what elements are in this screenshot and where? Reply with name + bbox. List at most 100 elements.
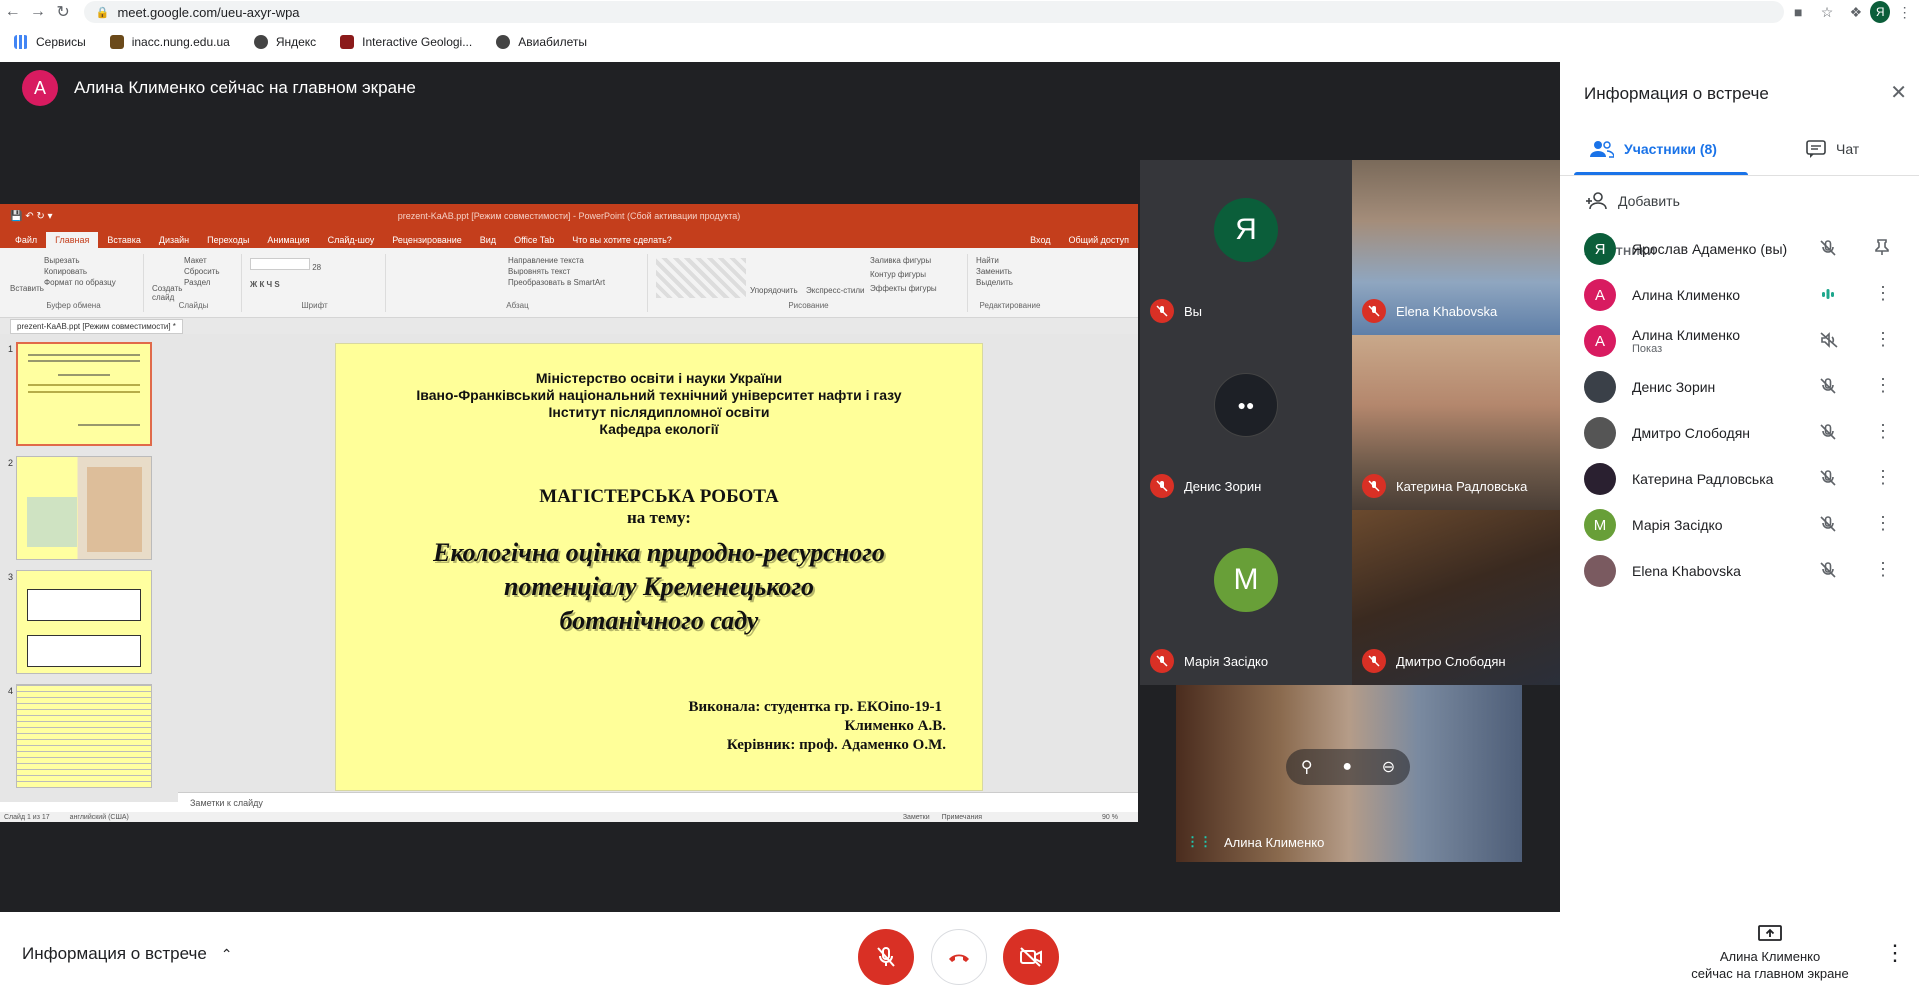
volume-off-icon[interactable] (1819, 331, 1839, 354)
video-tile-mariya[interactable]: M Марія Засідко (1140, 510, 1352, 685)
tab-participants[interactable]: Участники (8) (1590, 140, 1717, 158)
bookmark-yandex[interactable]: Яндекс (253, 35, 316, 49)
more-vert-icon[interactable]: ⋮ (1874, 376, 1892, 394)
align-text-button[interactable]: Выровнять текст (508, 267, 641, 276)
ppt-tab-slideshow[interactable]: Слайд-шоу (319, 232, 384, 248)
video-tile-elena[interactable]: Elena Khabovska (1352, 160, 1564, 335)
format-painter-button[interactable]: Формат по образцу (44, 278, 137, 287)
bookmark-services[interactable]: Сервисы (14, 35, 86, 49)
font-style-buttons[interactable]: Ж К Ч S (250, 280, 379, 289)
participant-row[interactable]: А Алина Клименко Показ ⋮ (1584, 318, 1904, 364)
shared-screen[interactable]: 💾 ↶ ↻ ▾ prezent-KaAB.ppt [Режим совмести… (0, 204, 1138, 822)
current-slide[interactable]: Міністерство освіти і науки України Іван… (335, 343, 983, 791)
pin-icon[interactable]: ⚲ (1301, 757, 1313, 777)
ppt-tab-animation[interactable]: Анимация (258, 232, 318, 248)
pin-icon[interactable] (1874, 238, 1890, 259)
slide-thumbnail-2[interactable] (16, 456, 152, 560)
video-tile-denis[interactable]: ●● Денис Зорин (1140, 335, 1352, 510)
reload-icon[interactable]: ↻ (51, 2, 76, 22)
participant-row[interactable]: Денис Зорин ⋮ (1584, 364, 1904, 410)
shape-effects-button[interactable]: Эффекты фигуры (870, 284, 937, 293)
participant-row[interactable]: А Алина Клименко ⋮ (1584, 272, 1904, 318)
ppt-tab-insert[interactable]: Вставка (98, 232, 149, 248)
quick-styles-button[interactable]: Экспресс-стили (806, 286, 865, 295)
bookmark-avia[interactable]: Авиабилеты (496, 35, 587, 49)
video-tile-alina[interactable]: ⚲ ● ⊖ ⋮⋮ Алина Клименко (1176, 685, 1522, 862)
profile-avatar[interactable]: Я (1870, 1, 1891, 23)
ppt-tab-file[interactable]: Файл (6, 232, 46, 248)
ppt-signin[interactable]: Вход (1021, 232, 1059, 248)
bookmark-geology[interactable]: Interactive Geologi... (340, 35, 472, 49)
shape-outline-button[interactable]: Контур фигуры (870, 270, 926, 279)
ppt-share[interactable]: Общий доступ (1060, 232, 1138, 248)
more-vert-icon[interactable]: ⋮ (1874, 468, 1892, 486)
font-size-box[interactable]: 28 (250, 258, 379, 272)
participant-row[interactable]: Катерина Радловська ⋮ (1584, 456, 1904, 502)
mic-off-icon[interactable] (1819, 515, 1837, 538)
participant-row[interactable]: M Марія Засідко ⋮ (1584, 502, 1904, 548)
slide-thumbnail-1[interactable] (16, 342, 152, 446)
video-tile-dmytro[interactable]: Дмитро Слободян (1352, 510, 1564, 685)
ppt-tab-design[interactable]: Дизайн (150, 232, 198, 248)
back-arrow-icon[interactable]: ← (0, 3, 25, 21)
meeting-info-button[interactable]: Информация о встрече ⌃ (22, 944, 233, 964)
find-button[interactable]: Найти (976, 256, 1044, 265)
replace-button[interactable]: Заменить (976, 267, 1044, 276)
select-button[interactable]: Выделить (976, 278, 1044, 287)
slide-thumbnail-4[interactable] (16, 684, 152, 788)
new-slide-button[interactable]: Создать слайд (152, 284, 186, 302)
address-bar[interactable]: 🔒 meet.google.com/ueu-axyr-wpa (83, 1, 1784, 23)
ppt-tab-transitions[interactable]: Переходы (198, 232, 258, 248)
camera-icon[interactable]: ■ (1784, 4, 1813, 20)
smartart-button[interactable]: Преобразовать в SmartArt (508, 278, 641, 287)
ppt-tell-me[interactable]: Что вы хотите сделать? (563, 232, 681, 248)
participant-row[interactable]: Дмитро Слободян ⋮ (1584, 410, 1904, 456)
tab-chat[interactable]: Чат (1806, 140, 1859, 158)
copy-button[interactable]: Копировать (44, 267, 137, 276)
reset-button[interactable]: Сбросить (184, 267, 235, 276)
extension-icon[interactable]: ❖ (1841, 4, 1870, 21)
more-vert-icon[interactable]: ⋮ (1874, 330, 1892, 348)
leave-call-button[interactable] (931, 929, 987, 985)
slide-notes[interactable]: Заметки к слайду (178, 792, 1138, 812)
slide-thumbnail-3[interactable] (16, 570, 152, 674)
layout-button[interactable]: Макет (184, 256, 235, 265)
section-button[interactable]: Раздел (184, 278, 235, 287)
video-tile-you[interactable]: Я Вы (1140, 160, 1352, 335)
video-tile-kateryna[interactable]: Катерина Радловська (1352, 335, 1564, 510)
star-icon[interactable]: ☆ (1813, 4, 1842, 21)
participant-row[interactable]: Elena Khabovska ⋮ (1584, 548, 1904, 594)
comments-toggle[interactable]: Примечания (942, 814, 982, 821)
forward-arrow-icon[interactable]: → (25, 3, 50, 21)
shape-fill-button[interactable]: Заливка фигуры (870, 256, 931, 265)
more-vert-icon[interactable]: ⋮ (1874, 514, 1892, 532)
camera-toggle-button[interactable] (1003, 929, 1059, 985)
menu-dots-icon[interactable]: ⋮ (1890, 4, 1919, 21)
mic-off-icon[interactable] (1819, 469, 1837, 492)
mic-toggle-button[interactable] (858, 929, 914, 985)
bookmark-inacc[interactable]: inacc.nung.edu.ua (109, 35, 230, 49)
participant-row[interactable]: Я Ярослав Адаменко (вы) (1584, 226, 1904, 272)
cut-button[interactable]: Вырезать (44, 256, 137, 265)
paste-button[interactable]: Вставить (10, 284, 44, 293)
mic-off-icon[interactable] (1819, 239, 1837, 262)
mic-off-icon[interactable] (1819, 423, 1837, 446)
close-icon[interactable]: ✕ (1890, 80, 1907, 105)
presenting-status[interactable]: Алина Клименко сейчас на главном экране (1680, 924, 1860, 982)
arrange-button[interactable]: Упорядочить (750, 286, 798, 295)
ppt-tab-view[interactable]: Вид (471, 232, 505, 248)
document-tab-label[interactable]: prezent-KaAB.ppt [Режим совместимости] * (10, 318, 183, 334)
mic-off-icon[interactable] (1819, 377, 1837, 400)
more-vert-icon[interactable]: ⋮ (1874, 560, 1892, 578)
ppt-tab-home[interactable]: Главная (46, 232, 99, 248)
mic-icon[interactable]: ● (1342, 758, 1352, 776)
more-options-icon[interactable]: ⋮ (1884, 940, 1906, 966)
more-vert-icon[interactable]: ⋮ (1874, 284, 1892, 302)
text-direction-button[interactable]: Направление текста (508, 256, 641, 265)
shapes-gallery[interactable] (656, 258, 746, 298)
add-people-button[interactable]: Добавить (1586, 192, 1680, 210)
ppt-tab-review[interactable]: Рецензирование (383, 232, 471, 248)
mic-off-icon[interactable] (1819, 561, 1837, 584)
quick-access-toolbar[interactable]: 💾 ↶ ↻ ▾ (10, 211, 53, 222)
zoom-level[interactable]: 90 % (1102, 814, 1118, 821)
